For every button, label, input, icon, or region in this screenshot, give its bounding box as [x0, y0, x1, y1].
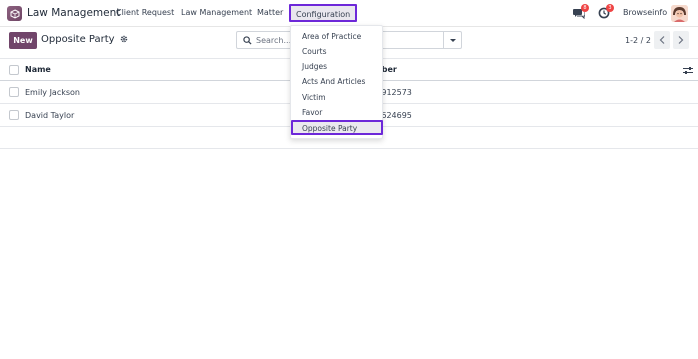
- row-checkbox[interactable]: [9, 110, 19, 120]
- chevron-left-icon: [659, 36, 665, 44]
- cube-icon: [10, 8, 19, 19]
- page-title: Opposite Party: [41, 34, 115, 45]
- company-switcher[interactable]: Browseinfo: [623, 8, 667, 17]
- search-options-toggle[interactable]: [443, 32, 461, 48]
- menu-item-judges[interactable]: Judges: [291, 59, 384, 74]
- messages-badge: 8: [581, 4, 589, 12]
- column-header-name[interactable]: Name: [25, 65, 51, 74]
- cell-name: Emily Jackson: [25, 88, 80, 97]
- user-avatar[interactable]: [671, 5, 688, 22]
- menu-configuration[interactable]: Configuration: [289, 4, 358, 22]
- select-all-checkbox[interactable]: [9, 65, 19, 75]
- optional-columns-icon[interactable]: [683, 66, 693, 75]
- row-checkbox[interactable]: [9, 87, 19, 97]
- cell-name: David Taylor: [25, 111, 75, 120]
- chevron-right-icon: [678, 36, 684, 44]
- messages-button[interactable]: 8: [573, 4, 589, 20]
- menu-matter[interactable]: Matter: [257, 8, 283, 17]
- top-navbar: Law Management Client Request Law Manage…: [0, 0, 698, 27]
- new-button[interactable]: New: [9, 32, 37, 49]
- menu-item-favor[interactable]: Favor: [291, 105, 384, 120]
- menu-item-courts[interactable]: Courts: [291, 44, 384, 59]
- app-menu-icon[interactable]: [7, 6, 22, 21]
- pager-next-button[interactable]: [673, 31, 689, 49]
- menu-item-opposite-party[interactable]: Opposite Party: [291, 120, 383, 135]
- breadcrumb: Opposite Party: [41, 34, 128, 45]
- search-icon: [243, 36, 252, 45]
- avatar-icon: [671, 5, 688, 22]
- app-name[interactable]: Law Management: [27, 7, 120, 19]
- activity-badge: 3: [606, 4, 614, 12]
- menu-item-acts-and-articles[interactable]: Acts And Articles: [291, 74, 384, 89]
- gear-icon[interactable]: [120, 35, 128, 43]
- menu-item-victim[interactable]: Victim: [291, 90, 384, 105]
- pager-previous-button[interactable]: [654, 31, 670, 49]
- menu-item-area-of-practice[interactable]: Area of Practice: [291, 29, 384, 44]
- pager-value[interactable]: 1-2 / 2: [625, 36, 651, 45]
- configuration-dropdown: Area of Practice Courts Judges Acts And …: [290, 25, 383, 139]
- menu-client-request[interactable]: Client Request: [116, 8, 174, 17]
- activity-button[interactable]: 3: [598, 4, 614, 19]
- menu-law-management[interactable]: Law Management: [181, 8, 252, 17]
